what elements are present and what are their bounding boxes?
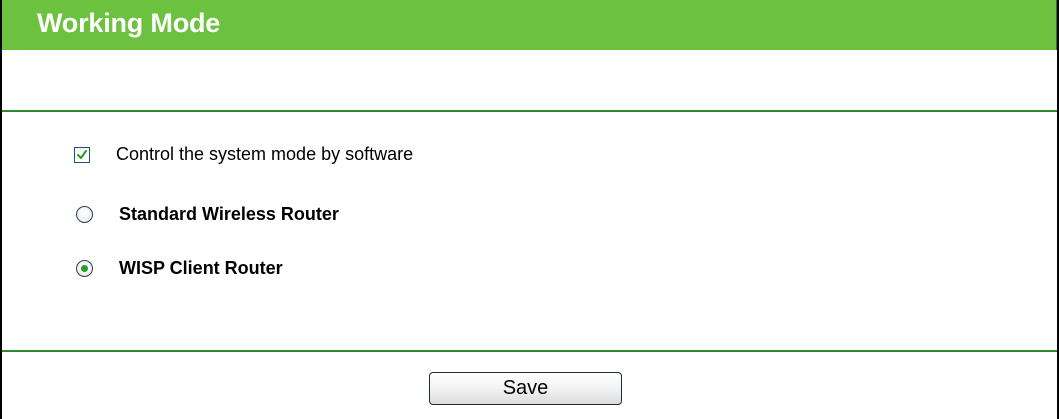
software-control-label: Control the system mode by software <box>116 144 414 164</box>
working-mode-panel: Working Mode Control the system mode by … <box>0 0 1059 419</box>
standard-router-label: Standard Wireless Router <box>119 204 339 224</box>
software-control-checkbox[interactable] <box>74 146 90 163</box>
page-title: Working Mode <box>37 8 221 38</box>
wisp-router-radio[interactable] <box>76 260 93 277</box>
top-divider <box>2 110 1057 112</box>
wisp-router-label: WISP Client Router <box>119 258 283 278</box>
radio-selected-dot <box>81 265 88 272</box>
bottom-divider <box>2 350 1057 352</box>
software-control-row[interactable]: Control the system mode by software <box>74 144 413 165</box>
standard-router-radio[interactable] <box>76 206 93 223</box>
save-button[interactable]: Save <box>429 372 622 405</box>
mode-option-wisp[interactable]: WISP Client Router <box>74 258 283 279</box>
mode-option-standard[interactable]: Standard Wireless Router <box>74 204 339 225</box>
title-bar: Working Mode <box>2 0 1057 50</box>
checkmark-icon <box>77 149 87 159</box>
